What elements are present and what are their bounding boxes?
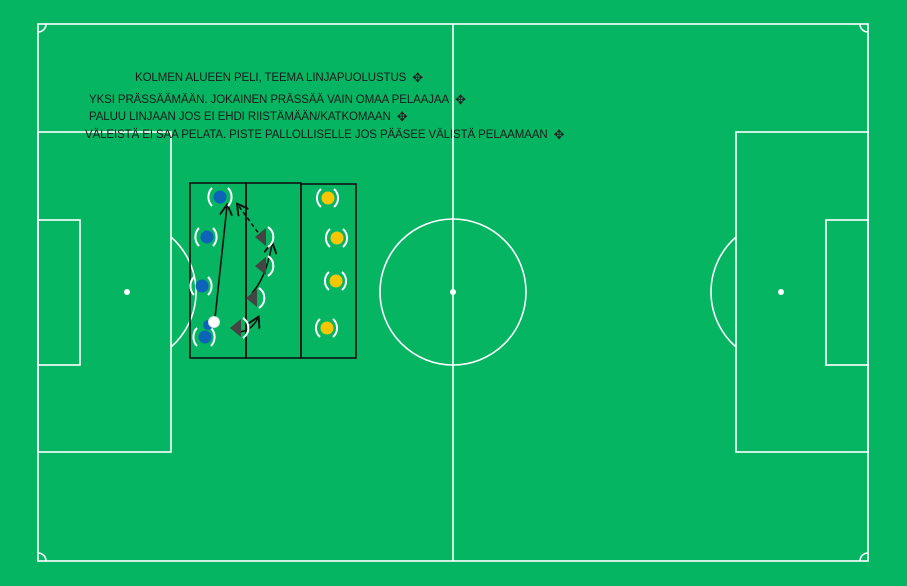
note-4[interactable]: VÄLEISTÄ EI SAA PELATA. PISTE PALLOLLISE… xyxy=(85,128,565,141)
move-icon[interactable]: ✥ xyxy=(554,128,565,141)
drill-diagram: KOLMEN ALUEEN PELI, TEEMA LINJAPUOLUSTUS… xyxy=(0,0,907,586)
move-icon[interactable]: ✥ xyxy=(412,71,423,84)
note-text: PALUU LINJAAN JOS EI EHDI RIISTÄMÄÄN/KAT… xyxy=(89,111,391,123)
note-text: VÄLEISTÄ EI SAA PELATA. PISTE PALLOLLISE… xyxy=(85,129,548,141)
note-1[interactable]: KOLMEN ALUEEN PELI, TEEMA LINJAPUOLUSTUS… xyxy=(135,71,423,84)
note-2[interactable]: YKSI PRÄSSÄÄMÄÄN. JOKAINEN PRÄSSÄÄ VAIN … xyxy=(89,93,466,106)
right-penalty-spot xyxy=(778,289,784,295)
move-icon[interactable]: ✥ xyxy=(397,110,408,123)
move-icon[interactable]: ✥ xyxy=(455,93,466,106)
ball xyxy=(208,316,220,328)
note-3[interactable]: PALUU LINJAAN JOS EI EHDI RIISTÄMÄÄN/KAT… xyxy=(89,110,408,123)
note-text: YKSI PRÄSSÄÄMÄÄN. JOKAINEN PRÄSSÄÄ VAIN … xyxy=(89,94,450,106)
center-spot xyxy=(450,289,456,295)
note-text: KOLMEN ALUEEN PELI, TEEMA LINJAPUOLUSTUS xyxy=(135,72,407,84)
left-penalty-spot xyxy=(124,289,130,295)
football-pitch xyxy=(0,0,907,586)
